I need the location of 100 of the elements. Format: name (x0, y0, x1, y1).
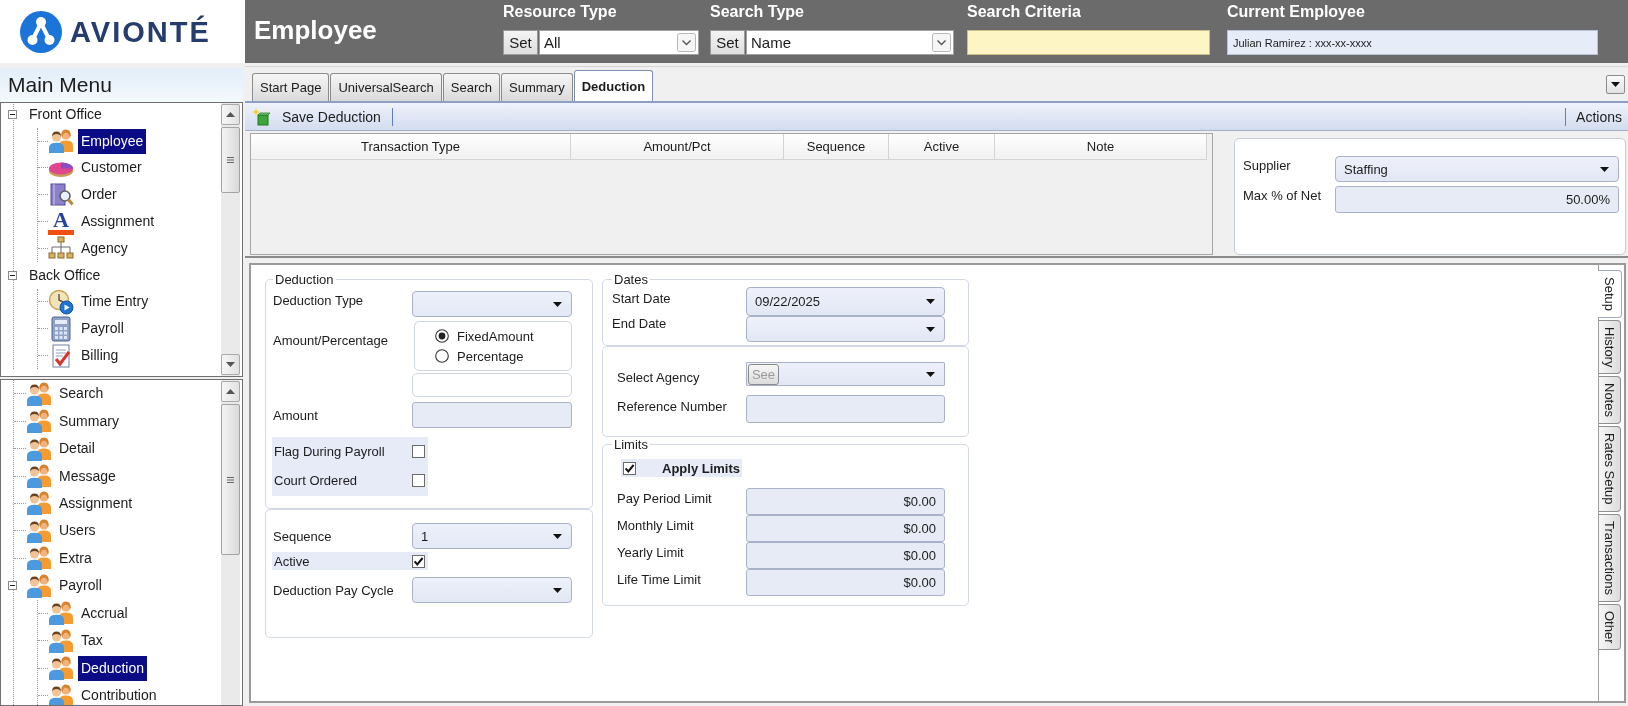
caret-down-icon (926, 326, 935, 332)
checkbox[interactable] (412, 444, 425, 458)
caret-down-icon (553, 533, 562, 539)
number-field[interactable]: $0.00 (746, 542, 945, 569)
number-field[interactable]: $0.00 (746, 569, 945, 596)
people-icon (26, 545, 52, 572)
field-label: Flag During Payroll (274, 443, 385, 459)
scrollbar-thumb[interactable] (221, 404, 240, 555)
field-label: End Date (612, 316, 667, 331)
tree-item[interactable]: Back Office (26, 266, 104, 284)
tree-item[interactable]: Contribution (78, 687, 160, 705)
number-field[interactable]: $0.00 (746, 488, 945, 515)
people-icon (48, 128, 74, 155)
field-label: Select Agency (617, 370, 700, 385)
people-icon (48, 682, 74, 705)
field-label: Monthly Limit (617, 518, 694, 533)
book-magnifier-icon (48, 181, 74, 208)
side-tab[interactable]: Notes (1599, 376, 1621, 425)
search-criteria-field[interactable] (967, 30, 1210, 55)
text-field[interactable] (412, 373, 572, 397)
checkbox[interactable] (623, 461, 636, 475)
collapse-icon[interactable] (8, 109, 17, 119)
dropdown[interactable]: 1 (412, 523, 572, 549)
actions-button[interactable]: Actions (1574, 104, 1624, 129)
arrow-down-icon (226, 362, 235, 367)
tree-item[interactable]: Payroll (56, 577, 105, 595)
field-label: Reference Number (617, 399, 727, 414)
tree-item[interactable]: Detail (56, 440, 98, 458)
field-label: Search Type (710, 3, 804, 21)
side-tab[interactable]: Other (1599, 603, 1621, 651)
dropdown[interactable]: Name (746, 30, 954, 55)
field-label: Start Date (612, 291, 671, 306)
collapse-icon[interactable] (8, 581, 17, 591)
set-button[interactable]: Set (503, 30, 538, 55)
box-sparkle-icon (252, 107, 270, 126)
tree-item[interactable]: Summary (56, 412, 122, 430)
side-tab[interactable]: Setup (1598, 270, 1622, 318)
checkbox[interactable] (412, 474, 425, 487)
tree-item[interactable]: Search (56, 385, 107, 403)
tree-item[interactable]: Front Office (26, 105, 105, 123)
scrollbar[interactable] (221, 103, 240, 376)
logo-icon (20, 10, 62, 53)
tree-item[interactable]: Order (78, 186, 120, 204)
people-icon (48, 655, 74, 682)
radio-button-icon[interactable] (435, 329, 449, 343)
arrow-up-icon (226, 389, 235, 394)
field-label: Supplier (1243, 158, 1291, 173)
tree-item[interactable]: Assignment (78, 213, 158, 231)
tab[interactable]: Summary (501, 73, 573, 101)
dropdown[interactable]: Staffing (1335, 156, 1619, 182)
tree-item[interactable]: Tax (78, 632, 106, 650)
tree-item[interactable]: Billing (78, 347, 122, 365)
set-button[interactable]: Set (710, 30, 745, 55)
tree-item[interactable]: Assignment (56, 494, 136, 512)
tree-item[interactable]: Message (56, 467, 119, 485)
text-field[interactable] (746, 395, 945, 423)
caret-down-icon (553, 301, 562, 307)
grip-icon (227, 476, 234, 483)
date-dropdown[interactable]: 09/22/2025 (746, 287, 945, 316)
caret-down-icon (926, 299, 935, 304)
scroll-up-button[interactable] (221, 104, 240, 125)
tree-item[interactable]: Accrual (78, 604, 131, 622)
column-header: Amount/Pct (571, 134, 784, 160)
group-title: Deduction (274, 272, 335, 287)
side-tab[interactable]: Rates Setup (1599, 426, 1621, 512)
tab[interactable]: Search (442, 73, 500, 101)
scrollbar[interactable] (221, 380, 240, 705)
save-button[interactable]: Save Deduction (250, 104, 383, 129)
field-label: Deduction Pay Cycle (273, 582, 394, 598)
field-label: Resource Type (503, 3, 617, 21)
radio-button-icon[interactable] (435, 349, 449, 363)
people-icon (26, 435, 52, 462)
tree-item[interactable]: Users (56, 522, 99, 540)
field-label: Current Employee (1227, 3, 1365, 21)
tree-item[interactable]: Time Entry (78, 293, 152, 311)
number-field[interactable]: 50.00% (1335, 186, 1619, 213)
tree-item[interactable]: Payroll (78, 320, 127, 338)
tree-item[interactable]: Employee (78, 128, 147, 154)
tree-item[interactable]: Extra (56, 549, 95, 567)
collapse-icon[interactable] (8, 270, 17, 280)
side-tab[interactable]: Transactions (1599, 513, 1621, 602)
radio-option[interactable]: FixedAmount (435, 326, 571, 346)
radio-option[interactable]: Percentage (435, 346, 571, 366)
tab[interactable]: Start Page (252, 73, 330, 101)
scroll-down-button[interactable] (221, 354, 240, 375)
tree-item[interactable]: Deduction (78, 655, 148, 681)
tree-item[interactable]: Customer (78, 159, 145, 177)
dropdown[interactable]: All (539, 30, 699, 55)
tree-item[interactable]: Agency (78, 239, 131, 257)
column-header: Active (889, 134, 995, 160)
scroll-up-button[interactable] (221, 381, 240, 402)
text-field[interactable] (412, 402, 572, 428)
checkbox[interactable] (412, 554, 425, 568)
side-tab[interactable]: History (1599, 320, 1621, 375)
number-field[interactable]: $0.00 (746, 515, 945, 542)
caret-down-icon (553, 587, 562, 593)
scrollbar-thumb[interactable] (221, 127, 240, 193)
tab[interactable]: Deduction (573, 70, 654, 101)
tab[interactable]: UniversalSearch (330, 73, 442, 101)
tab-menu-button[interactable] (1606, 74, 1625, 94)
